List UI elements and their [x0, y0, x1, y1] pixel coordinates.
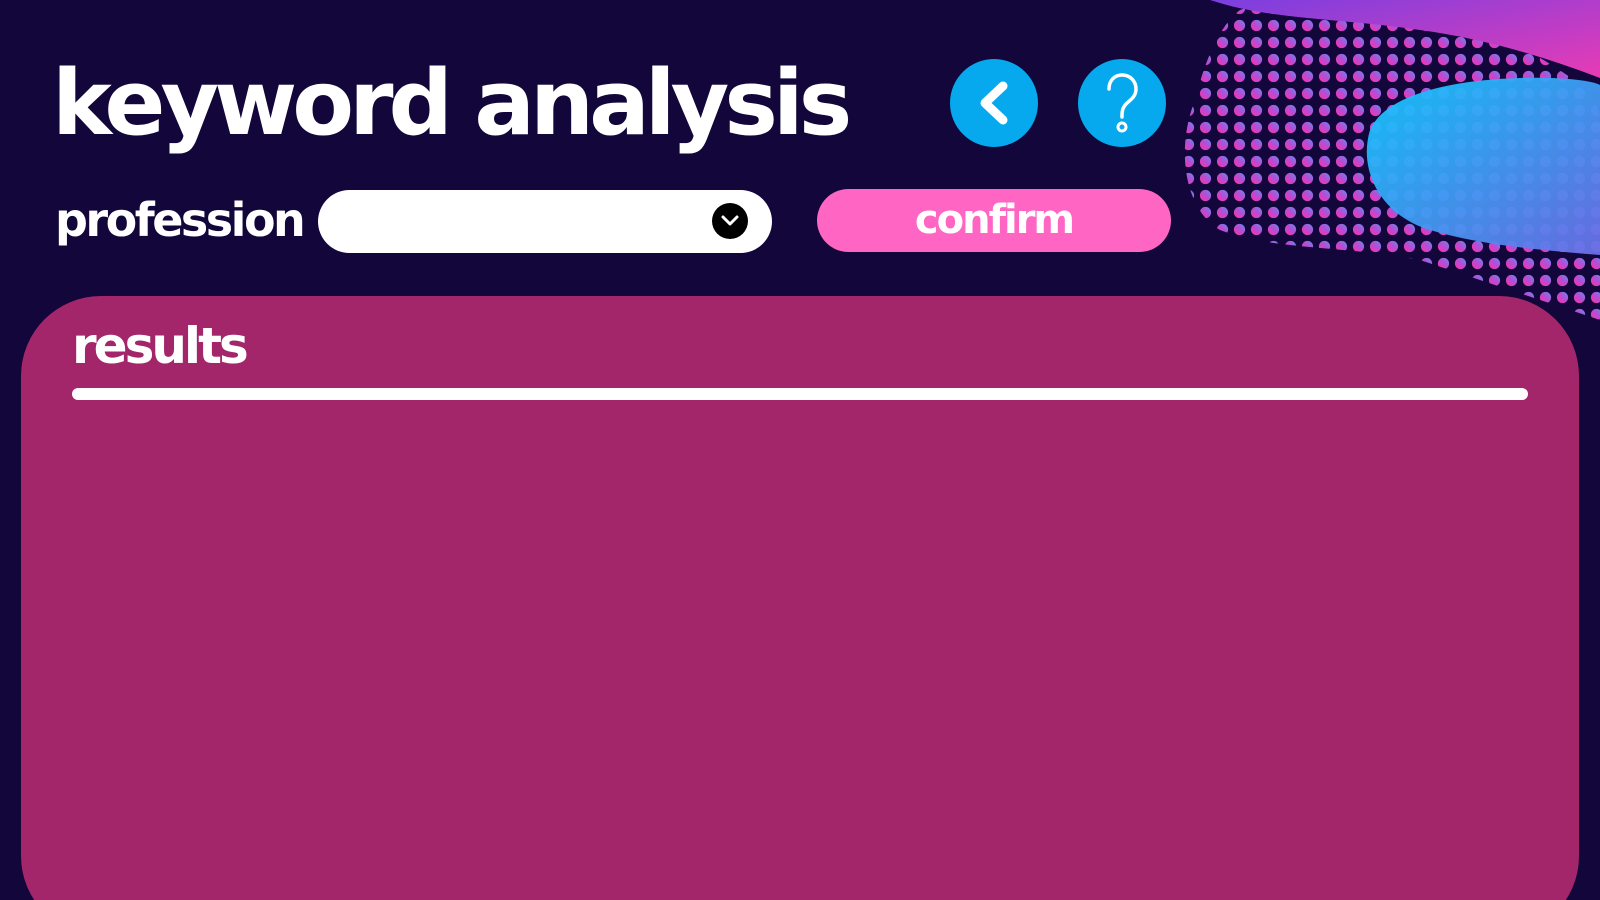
results-title: results [72, 317, 249, 375]
question-mark-icon [1107, 73, 1138, 133]
profession-select[interactable] [318, 190, 772, 253]
results-divider [72, 388, 1528, 400]
chevron-left-icon [980, 81, 1008, 125]
confirm-button[interactable]: confirm [817, 189, 1171, 252]
decorative-halftone-art [1184, 0, 1600, 320]
back-button[interactable] [950, 59, 1038, 147]
profession-label: profession [55, 193, 306, 247]
results-panel: results [21, 296, 1579, 900]
results-body [72, 416, 1528, 896]
app-screen: keyword analysis profession confirm resu… [0, 0, 1600, 900]
page-title: keyword analysis [52, 51, 852, 156]
help-button[interactable] [1078, 59, 1166, 147]
chevron-down-icon[interactable] [712, 203, 748, 239]
